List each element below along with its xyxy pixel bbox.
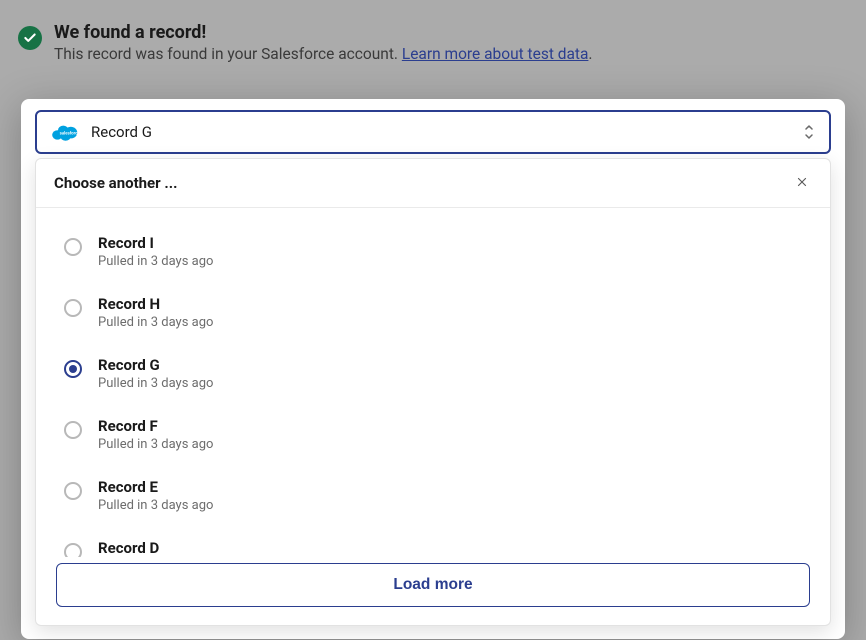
dropdown-header: Choose another ...	[36, 159, 830, 208]
record-subtext: Pulled in 3 days ago	[98, 376, 213, 391]
radio-icon[interactable]	[64, 299, 82, 317]
record-name: Record I	[98, 234, 213, 252]
found-record-banner: We found a record! This record was found…	[18, 22, 848, 63]
record-name: Record E	[98, 478, 213, 496]
list-item[interactable]: Record E Pulled in 3 days ago	[58, 470, 808, 531]
dropdown-title: Choose another ...	[54, 174, 177, 192]
list-item[interactable]: Record I Pulled in 3 days ago	[58, 226, 808, 287]
record-selector[interactable]: salesforce Record G	[35, 110, 831, 154]
record-dropdown-panel: Choose another ... Record I Pulled in 3 d…	[35, 158, 831, 626]
record-name: Record H	[98, 295, 213, 313]
record-subtext: Pulled in 3 days ago	[98, 254, 213, 269]
record-name: Record G	[98, 356, 213, 374]
list-item[interactable]: Record F Pulled in 3 days ago	[58, 409, 808, 470]
radio-icon[interactable]	[64, 543, 82, 557]
close-button[interactable]	[792, 173, 812, 193]
radio-icon[interactable]	[64, 482, 82, 500]
check-circle-icon	[18, 26, 42, 50]
dropdown-footer: Load more	[36, 557, 830, 625]
radio-icon[interactable]	[64, 421, 82, 439]
selected-record-label: Record G	[91, 123, 152, 141]
banner-heading: We found a record!	[54, 22, 593, 43]
learn-more-link[interactable]: Learn more about test data	[402, 45, 589, 63]
record-name: Record D	[98, 539, 213, 557]
record-subtext: Pulled in 3 days ago	[98, 315, 213, 330]
chevron-up-down-icon	[801, 122, 817, 142]
load-more-button[interactable]: Load more	[56, 563, 810, 607]
close-icon	[795, 175, 809, 192]
record-name: Record F	[98, 417, 213, 435]
record-subtext: Pulled in 3 days ago	[98, 498, 213, 513]
list-item[interactable]: Record G Pulled in 3 days ago	[58, 348, 808, 409]
salesforce-icon: salesforce	[51, 122, 79, 142]
list-item[interactable]: Record H Pulled in 3 days ago	[58, 287, 808, 348]
svg-text:salesforce: salesforce	[60, 130, 79, 135]
records-list[interactable]: Record I Pulled in 3 days ago Record H Pull…	[36, 208, 830, 557]
list-item[interactable]: Record DPulled in 3 days ago	[58, 531, 808, 557]
banner-subtext: This record was found in your Salesforce…	[54, 45, 593, 63]
radio-icon[interactable]	[64, 238, 82, 256]
radio-icon[interactable]	[64, 360, 82, 378]
record-subtext: Pulled in 3 days ago	[98, 437, 213, 452]
record-picker-modal: salesforce Record G Choose another ... R…	[21, 99, 845, 639]
